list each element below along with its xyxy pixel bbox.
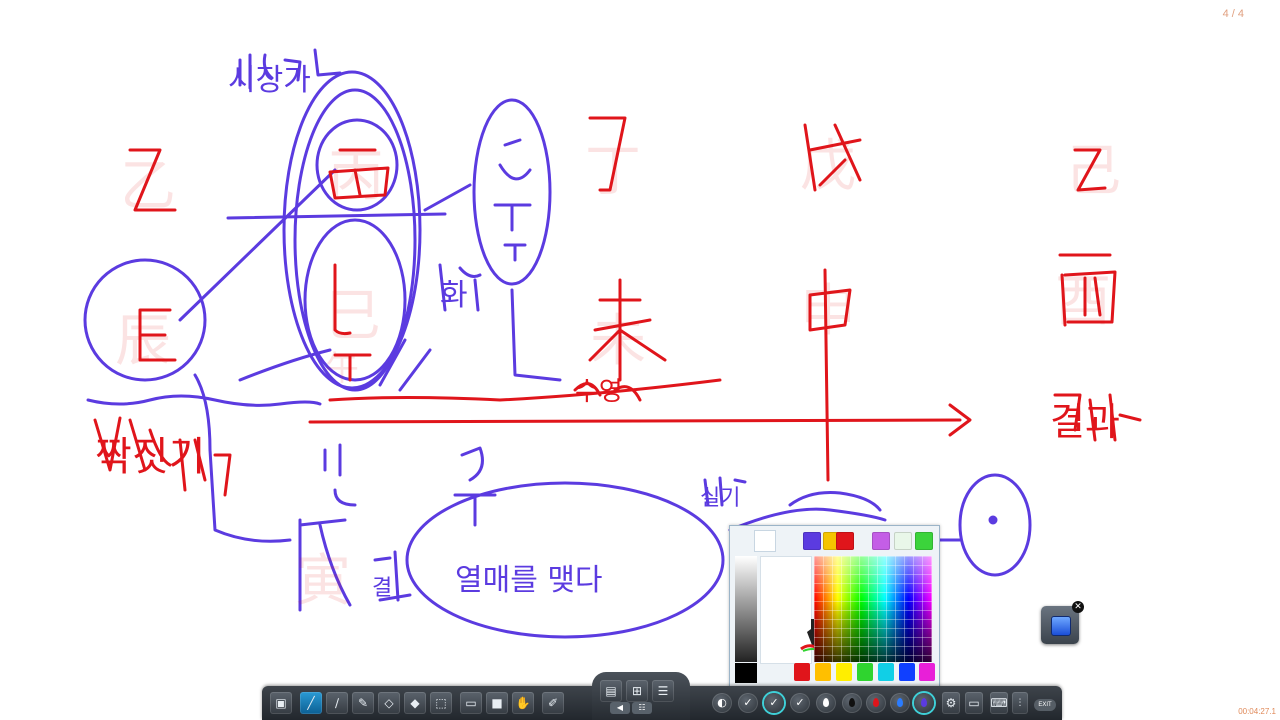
color-wheel-button[interactable]: ◐ [712, 693, 732, 713]
color-picker-panel[interactable] [729, 525, 940, 689]
basic-swatch[interactable] [815, 663, 831, 681]
glyph-ji-10: 巳 [325, 284, 381, 349]
color-spectrum[interactable] [814, 556, 932, 662]
pen-tool-button[interactable]: ╱ [300, 692, 322, 714]
settings-button[interactable]: ⚙ [942, 692, 960, 714]
board-icon [1051, 616, 1071, 636]
preset-swatch[interactable] [915, 532, 933, 550]
glyph-ji-9: 丙 [328, 144, 384, 209]
basic-swatch[interactable] [836, 663, 852, 681]
whiteboard-canvas[interactable]: 시장가 화 열매를 맺다 실기 결 수영 짝짓기 결과 乙 丁 戊 己 未 申 … [0, 0, 1280, 720]
check-selected-button[interactable]: ✓ [764, 693, 784, 713]
recording-timer: 00:04:27.1 [1238, 707, 1276, 716]
label-gyeol: 결 [372, 576, 392, 601]
exit-button[interactable]: EXIT [1034, 699, 1056, 711]
basic-swatch[interactable] [919, 663, 935, 681]
red-ink-button[interactable] [866, 693, 886, 713]
basic-swatch[interactable] [878, 663, 894, 681]
hand-tool-button[interactable]: ✋ [512, 692, 534, 714]
glyph-ji-12: 寅 [295, 549, 351, 614]
highlighter-tool-button[interactable]: ∕ [326, 692, 348, 714]
glyph-ji-7: 酉 [1055, 269, 1111, 334]
monitor-button[interactable]: ▭ [965, 692, 983, 714]
label-top: 시장가 [228, 63, 311, 98]
basic-swatch[interactable] [899, 663, 915, 681]
shape-eraser-button[interactable]: ◇ [378, 692, 400, 714]
glyph-ji-2: 丁 [585, 139, 641, 204]
close-icon[interactable]: ✕ [1072, 601, 1084, 613]
basic-swatch[interactable] [857, 663, 873, 681]
label-sil: 실기 [700, 486, 740, 511]
eraser-tool-button[interactable]: ◆ [404, 692, 426, 714]
label-suseong: 수영 [575, 377, 623, 407]
select-tool-button[interactable]: ⬚ [430, 692, 452, 714]
color-palette-button[interactable]: ■ [486, 692, 508, 714]
board-button[interactable]: ▣ [270, 692, 292, 714]
glyph-ji-11: 午 [325, 349, 359, 389]
grayscale-strip[interactable] [735, 556, 757, 662]
prev-page-button[interactable]: ◀ [610, 702, 630, 714]
screen-capture-button[interactable]: ▭ [460, 692, 482, 714]
preset-swatch[interactable] [872, 532, 890, 550]
whiteboard-mode-button[interactable]: ▤ [600, 680, 622, 702]
glyph-ji-5: 未 [590, 309, 646, 374]
preset-swatch[interactable] [894, 532, 912, 550]
purple-ink-button[interactable] [914, 693, 934, 713]
preset-color-row [758, 532, 938, 552]
color-preview [760, 556, 834, 664]
preset-swatch[interactable] [836, 532, 854, 550]
basic-swatch[interactable] [794, 663, 810, 681]
keyboard-button[interactable]: ⌨ [990, 692, 1008, 714]
label-jjakjitgi: 짝짓기 [95, 434, 205, 480]
label-gyeolgwa: 결과 [1050, 400, 1120, 444]
black-swatch[interactable] [735, 663, 757, 683]
white-ink-button[interactable] [816, 693, 836, 713]
check-alt-button[interactable]: ✓ [790, 693, 810, 713]
document-mode-button[interactable]: ☰ [652, 680, 674, 702]
preset-swatch[interactable] [803, 532, 821, 550]
page-list-button[interactable]: ☷ [632, 702, 652, 714]
glyph-ji-4: 己 [1065, 139, 1121, 204]
check-button[interactable]: ✓ [738, 693, 758, 713]
label-hwa: 화 [440, 278, 468, 313]
brush-tool-button[interactable]: ✎ [352, 692, 374, 714]
paint-tool-button[interactable]: ✐ [542, 692, 564, 714]
glyph-ji-3: 戊 [800, 134, 856, 199]
glyph-ji-1: 乙 [120, 154, 176, 219]
glyph-ji-8: 辰 [115, 309, 171, 374]
windows-mode-button[interactable]: ⊞ [626, 680, 648, 702]
basic-color-row [792, 663, 936, 683]
blue-ink-button[interactable] [890, 693, 910, 713]
menu-button[interactable]: ⋮ [1012, 692, 1028, 714]
black-ink-button[interactable] [842, 693, 862, 713]
glyph-ji-6: 申 [800, 279, 856, 344]
label-yeolmae: 열매를 맺다 [455, 563, 603, 598]
